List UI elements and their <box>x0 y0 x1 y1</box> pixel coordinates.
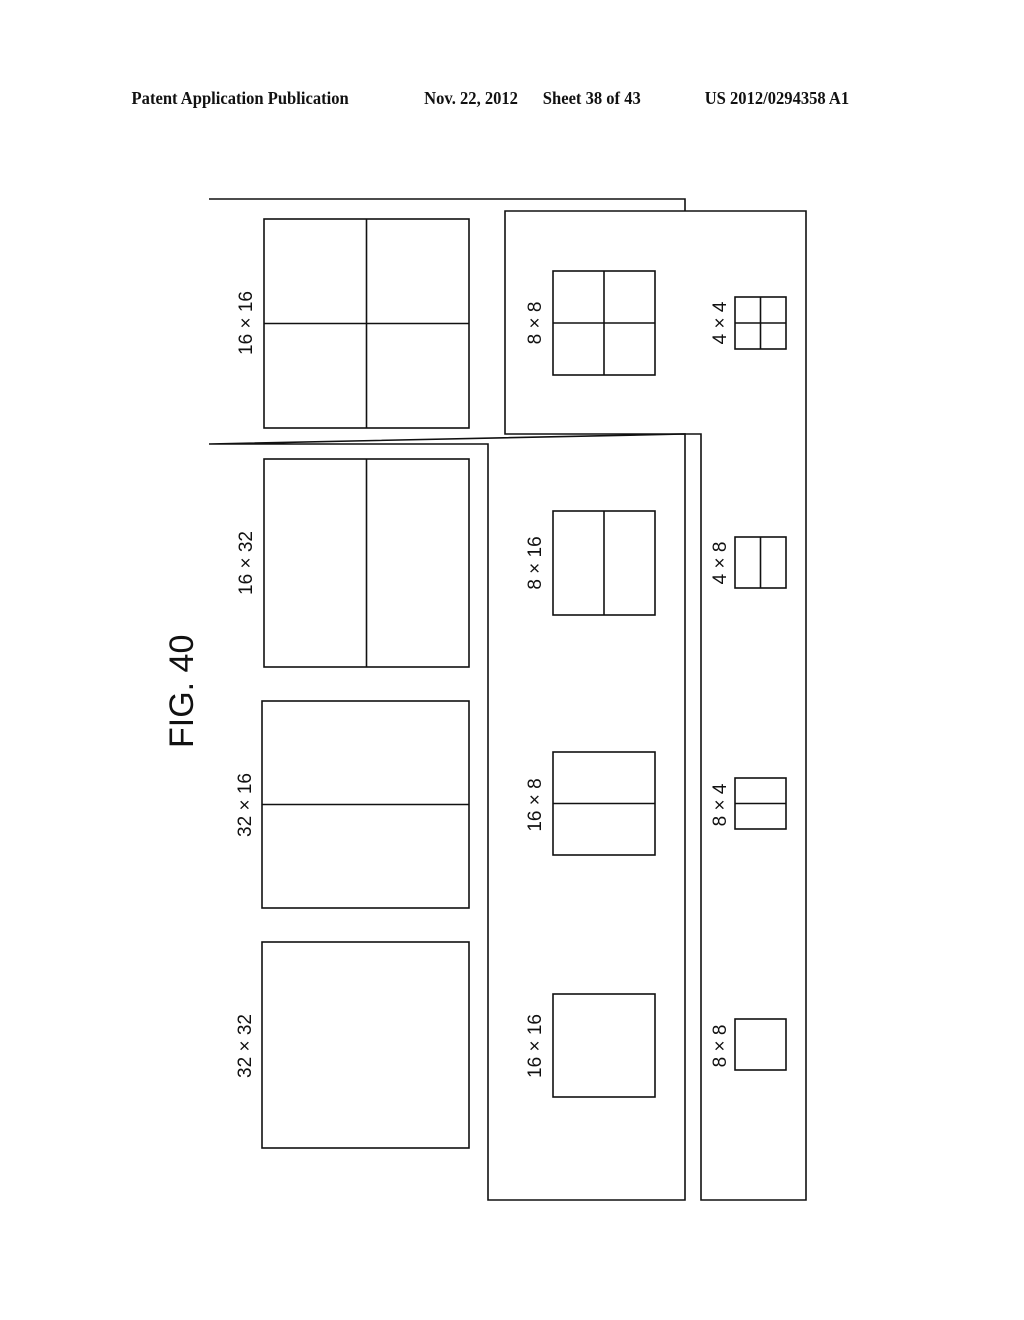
block-size-label: 8 × 4 <box>710 783 731 826</box>
block-size-label: 16 × 8 <box>525 778 546 831</box>
block-size-label: 8 × 8 <box>710 1025 731 1068</box>
block-size-label: 16 × 16 <box>236 291 257 355</box>
block-size-label: 32 × 32 <box>235 1014 256 1078</box>
block-size-label: 4 × 8 <box>710 542 731 585</box>
block-8x8 <box>734 1018 787 1071</box>
block-size-label: 32 × 16 <box>235 773 256 837</box>
figure-40-diagram: 16 × 16 16 × 32 32 × 16 32 × 32 8 × 8 8 × 16 1… <box>163 198 807 1201</box>
block-32x32 <box>261 941 470 1149</box>
block-size-label: 8 × 8 <box>525 302 546 345</box>
figure-label: FIG. 40 <box>163 635 201 748</box>
block-size-label: 16 × 16 <box>525 1014 546 1078</box>
block-size-label: 8 × 16 <box>525 536 546 589</box>
group-outline-outer <box>208 198 686 1201</box>
block-size-label: 16 × 32 <box>236 531 257 595</box>
block-size-label: 4 × 4 <box>710 301 731 344</box>
block-16x16 <box>552 993 656 1098</box>
